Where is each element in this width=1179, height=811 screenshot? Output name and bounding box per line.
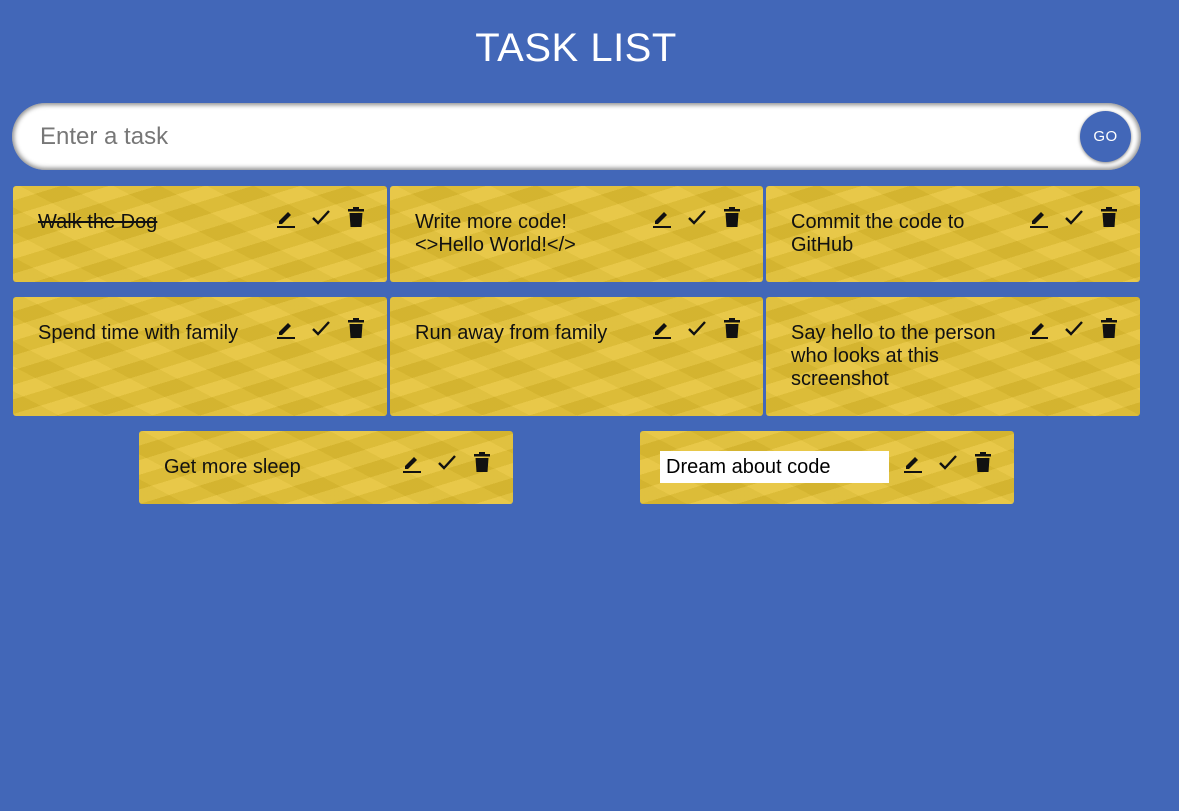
task-text: Commit the code to GitHub xyxy=(791,211,965,256)
trash-icon[interactable] xyxy=(1098,317,1120,339)
edit-icon[interactable] xyxy=(1028,206,1050,228)
check-icon[interactable] xyxy=(1063,317,1085,339)
page-title: TASK LIST xyxy=(475,26,677,70)
task-text: Say hello to the person who looks at thi… xyxy=(791,322,996,390)
task-card: Write more code! <>Hello World!</> xyxy=(390,186,763,282)
trash-icon[interactable] xyxy=(721,206,743,228)
trash-icon[interactable] xyxy=(721,317,743,339)
trash-icon[interactable] xyxy=(471,451,493,473)
trash-icon[interactable] xyxy=(1098,206,1120,228)
edit-icon[interactable] xyxy=(1028,317,1050,339)
task-card: Spend time with family xyxy=(13,297,387,416)
task-card: Say hello to the person who looks at thi… xyxy=(766,297,1140,416)
edit-icon[interactable] xyxy=(275,317,297,339)
trash-icon[interactable] xyxy=(345,317,367,339)
edit-icon[interactable] xyxy=(902,451,924,473)
edit-icon[interactable] xyxy=(651,206,673,228)
check-icon[interactable] xyxy=(310,206,332,228)
task-text: Walk the Dog xyxy=(38,211,158,233)
task-input[interactable] xyxy=(40,118,1060,156)
edit-icon[interactable] xyxy=(275,206,297,228)
task-card: Run away from family xyxy=(390,297,763,416)
check-icon[interactable] xyxy=(937,451,959,473)
task-card: Walk the Dog xyxy=(13,186,387,282)
task-text: Write more code! <>Hello World!</> xyxy=(415,211,576,256)
task-card: Get more sleep xyxy=(139,431,513,504)
edit-icon[interactable] xyxy=(401,451,423,473)
trash-icon[interactable] xyxy=(345,206,367,228)
task-edit-input[interactable] xyxy=(660,451,889,483)
go-button[interactable]: GO xyxy=(1080,111,1131,162)
edit-icon[interactable] xyxy=(651,317,673,339)
task-card xyxy=(640,431,1014,504)
task-text: Get more sleep xyxy=(164,456,301,478)
check-icon[interactable] xyxy=(686,206,708,228)
task-text: Spend time with family xyxy=(38,322,239,344)
check-icon[interactable] xyxy=(436,451,458,473)
trash-icon[interactable] xyxy=(972,451,994,473)
check-icon[interactable] xyxy=(1063,206,1085,228)
task-card: Commit the code to GitHub xyxy=(766,186,1140,282)
task-entry-bar: GO xyxy=(12,103,1141,170)
check-icon[interactable] xyxy=(686,317,708,339)
check-icon[interactable] xyxy=(310,317,332,339)
task-text: Run away from family xyxy=(415,322,608,344)
